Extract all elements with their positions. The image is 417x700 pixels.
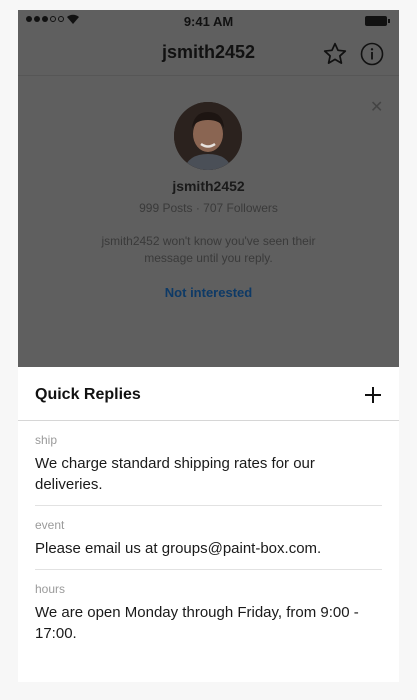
quick-reply-shortcut: hours [35, 582, 66, 596]
quick-replies-title: Quick Replies [35, 386, 141, 403]
quick-reply-shortcut: event [35, 518, 65, 532]
quick-reply-text: Please email us at groups@paint-box.com. [35, 540, 322, 557]
quick-replies-sheet: Quick Replies ship We charge standard sh… [18, 367, 399, 682]
avatar [174, 102, 242, 170]
status-bar: 9:41 AM [18, 10, 399, 32]
info-icon[interactable] [360, 42, 384, 66]
quick-replies-header: Quick Replies [18, 367, 399, 421]
profile-stats: 999 Posts · 707 Followers [139, 201, 278, 215]
battery-icon [365, 16, 390, 26]
quick-reply-item[interactable]: ship We charge standard shipping rates f… [18, 421, 399, 505]
not-interested-link[interactable]: Not interested [18, 285, 399, 300]
status-time: 9:41 AM [183, 14, 234, 29]
add-quick-reply-button[interactable] [364, 386, 382, 404]
profile-name: jsmith2452 [172, 178, 245, 194]
profile-message: jsmith2452 won't know you've seen their … [101, 234, 316, 265]
quick-reply-item[interactable]: event Please email us at groups@paint-bo… [18, 505, 399, 569]
star-icon[interactable] [322, 41, 348, 67]
nav-bar: jsmith2452 [18, 32, 399, 76]
quick-reply-item[interactable]: hours We are open Monday through Friday,… [18, 569, 399, 654]
quick-reply-text: We are open Monday through Friday, from … [35, 604, 359, 642]
close-icon[interactable]: ✕ [370, 100, 383, 116]
page: 9:41 AM jsmith2452 ✕ jsmith2452 999 Post… [0, 0, 417, 700]
quick-reply-shortcut: ship [35, 433, 58, 447]
phone-screen: 9:41 AM jsmith2452 ✕ jsmith2452 999 Post… [18, 10, 399, 682]
dimmed-overlay[interactable]: 9:41 AM jsmith2452 ✕ jsmith2452 999 Post… [18, 10, 399, 367]
quick-reply-text: We charge standard shipping rates for ou… [35, 455, 315, 493]
